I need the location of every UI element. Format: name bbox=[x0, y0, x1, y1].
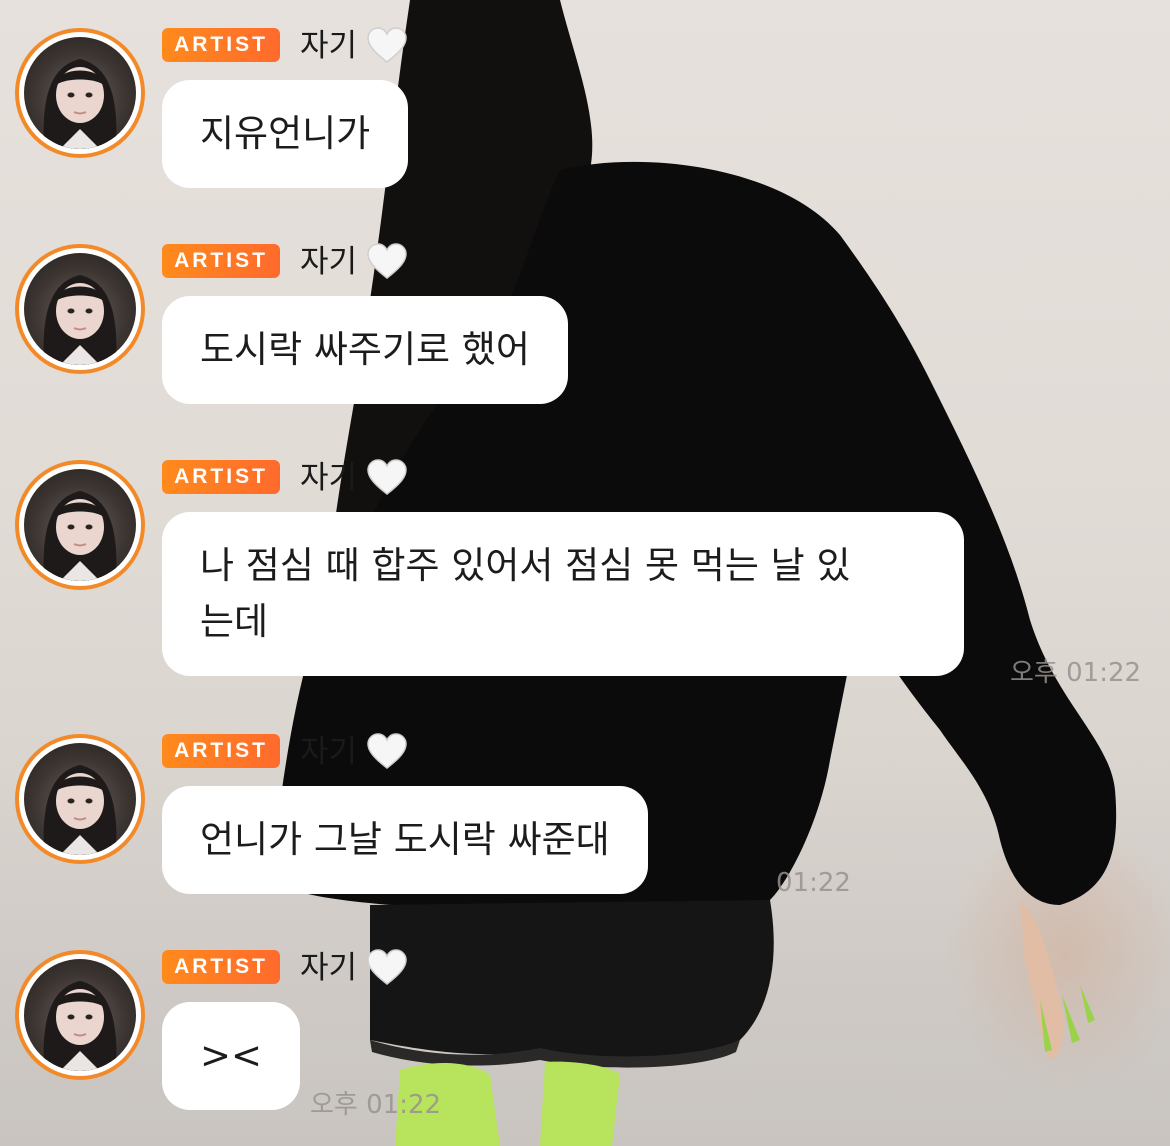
message-time: 01:22 bbox=[776, 868, 851, 898]
artist-avatar[interactable] bbox=[15, 244, 145, 374]
sender-name: 자기 bbox=[300, 734, 358, 770]
message-time: 오후 01:22 bbox=[1010, 658, 1142, 688]
sender-name: 자기 bbox=[300, 950, 358, 986]
white-heart-icon bbox=[367, 243, 407, 279]
white-heart-icon bbox=[367, 459, 407, 495]
chat-message: ARTIST 자기 지유언니가 bbox=[0, 27, 1170, 198]
message-bubble[interactable]: >< bbox=[162, 1002, 301, 1110]
white-heart-icon bbox=[367, 949, 407, 985]
artist-badge: ARTIST bbox=[162, 244, 280, 278]
sender-name: 자기 bbox=[300, 28, 358, 64]
chat-message: ARTIST 자기 >< 오후 01:22 bbox=[0, 949, 1170, 1120]
artist-badge: ARTIST bbox=[162, 734, 280, 768]
chat-message: ARTIST 자기 도시락 싸주기로 했어 bbox=[0, 243, 1170, 414]
white-heart-icon bbox=[367, 27, 407, 63]
artist-avatar[interactable] bbox=[15, 460, 145, 590]
artist-avatar[interactable] bbox=[15, 734, 145, 864]
chat-message: ARTIST 자기 나 점심 때 합주 있어서 점심 못 먹는 날 있 는데 오… bbox=[0, 459, 1170, 690]
sender-name: 자기 bbox=[300, 244, 358, 280]
white-heart-icon bbox=[367, 733, 407, 769]
message-bubble[interactable]: 언니가 그날 도시락 싸준대 bbox=[162, 786, 648, 894]
message-bubble[interactable]: 나 점심 때 합주 있어서 점심 못 먹는 날 있 는데 bbox=[162, 512, 964, 676]
sender-name: 자기 bbox=[300, 460, 358, 496]
artist-avatar[interactable] bbox=[15, 950, 145, 1080]
message-bubble[interactable]: 도시락 싸주기로 했어 bbox=[162, 296, 568, 404]
artist-avatar[interactable] bbox=[15, 28, 145, 158]
message-bubble[interactable]: 지유언니가 bbox=[162, 80, 409, 188]
artist-badge: ARTIST bbox=[162, 460, 280, 494]
message-time: 오후 01:22 bbox=[310, 1090, 442, 1120]
artist-badge: ARTIST bbox=[162, 28, 280, 62]
artist-badge: ARTIST bbox=[162, 950, 280, 984]
chat-message: ARTIST 자기 언니가 그날 도시락 싸준대 01:22 bbox=[0, 733, 1170, 904]
